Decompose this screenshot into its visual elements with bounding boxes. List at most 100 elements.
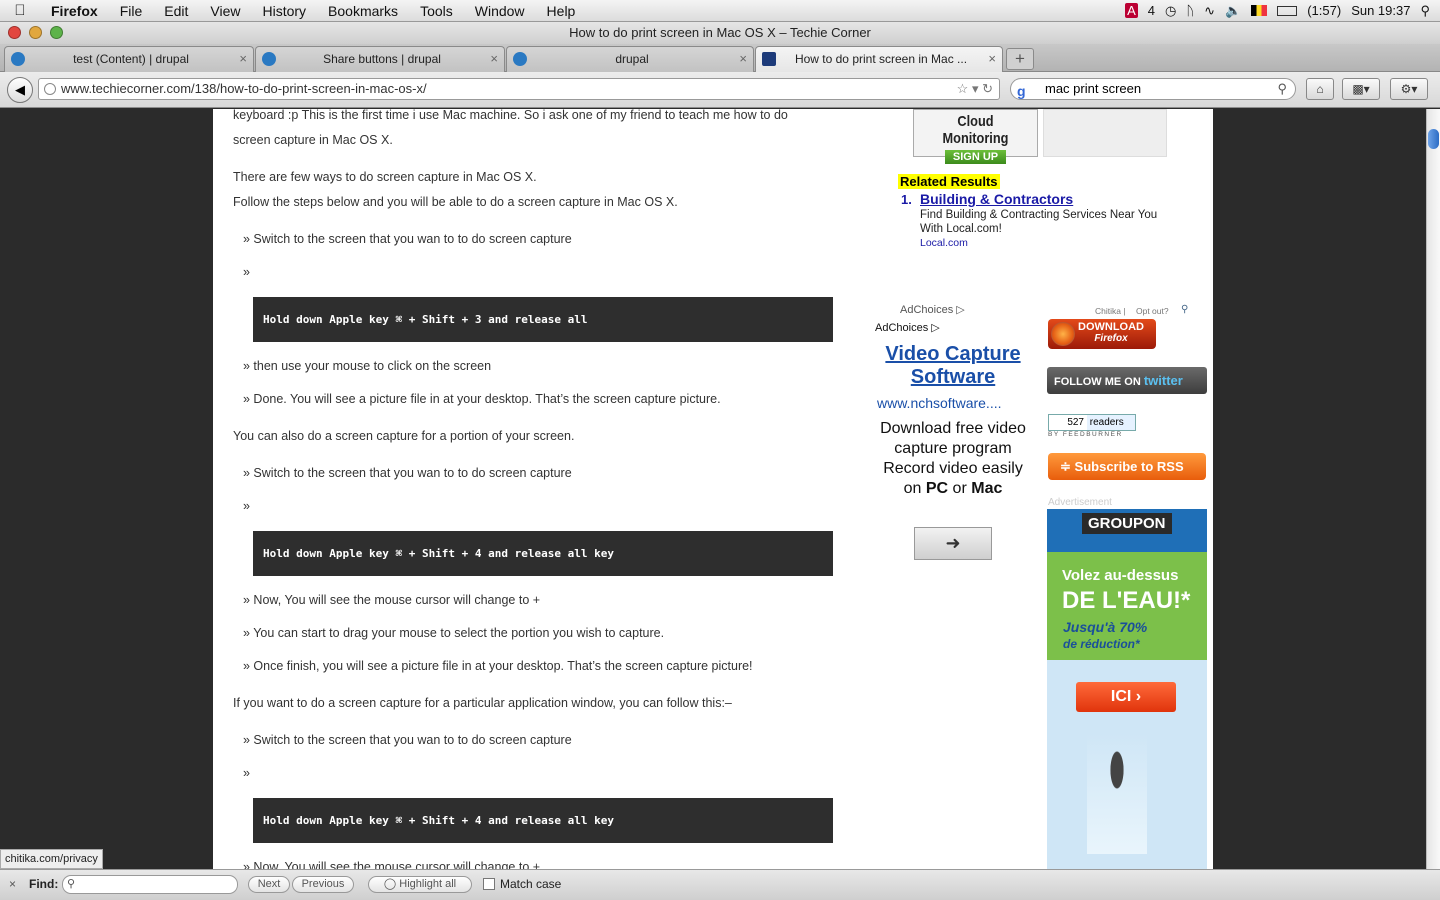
groupon-logo: GROUPON [1082,513,1172,534]
find-label: Find: [29,877,59,891]
match-case-label: Match case [500,877,562,891]
firefox-label: Firefox [1094,333,1128,344]
minimize-window-button[interactable] [29,26,42,39]
search-bar[interactable]: g mac print screen ⚲ [1010,78,1296,100]
url-bar[interactable]: www.techiecorner.com/138/how-to-do-print… [38,78,1000,100]
find-previous-button[interactable]: Previous [292,876,354,893]
menu-app[interactable]: Firefox [40,3,109,19]
spotlight-icon[interactable]: ⚲ [1420,3,1430,19]
follow-label: FOLLOW ME ON [1054,376,1141,388]
twitter-logo: twitter [1143,373,1183,388]
badge-count: 4 [1147,3,1155,18]
related-site[interactable]: Local.com [920,237,968,249]
adchoices-label: AdChoices ▷ [875,321,940,334]
cloud-monitoring-ad[interactable]: Cloud Monitoring SIGN UP [913,109,1038,164]
highlight-all-button[interactable]: ◯ Highlight all [368,876,472,893]
menu-file[interactable]: File [109,3,154,19]
step-text: » Done. You will see a picture file in a… [243,392,721,406]
volume-icon[interactable]: 🔈 [1225,3,1241,19]
ad-arrow-button[interactable]: ➜ [914,527,992,560]
menu-history[interactable]: History [251,3,317,19]
bookmark-star-icon[interactable]: ☆ [957,81,969,96]
tools-button[interactable]: ⚙▾ [1390,78,1428,100]
feedburner-counter[interactable]: 527 readers [1048,414,1136,431]
drupal-icon [262,52,276,66]
step-text: » Switch to the screen that you wan to t… [243,733,572,747]
article-text: Follow the steps below and you will be a… [233,195,678,209]
download-firefox-badge[interactable]: DOWNLOAD Firefox [1048,319,1156,349]
sign-up-button[interactable]: SIGN UP [944,150,1007,164]
wifi-icon[interactable]: ∿ [1204,3,1215,19]
adchoices-icon: ▷ [956,304,965,316]
article-content: keyboard :p This is the first time i use… [213,109,863,869]
tab-label: test (Content) | drupal [73,52,189,66]
related-description: Find Building & Contracting Services Nea… [920,209,1158,235]
menu-help[interactable]: Help [536,3,587,19]
search-icon[interactable]: ⚲ [1181,304,1188,315]
ici-label: ICI [1110,688,1132,705]
history-dropdown-icon[interactable]: ▾ [972,81,979,96]
ad-title[interactable]: Video Capture Software [873,343,1033,389]
search-icon[interactable]: ⚲ [1277,79,1287,99]
close-tab-icon[interactable]: × [490,47,498,71]
step-text: » Switch to the screen that you wan to t… [243,466,572,480]
menu-edit[interactable]: Edit [153,3,199,19]
tab-drupal[interactable]: drupal × [506,46,754,72]
apple-icon[interactable]:  [0,2,40,19]
home-button[interactable]: ⌂ [1306,78,1334,100]
video-capture-ad[interactable]: AdChoices ▷ Video Capture Software www.n… [873,319,1033,869]
code-block: Hold down Apple key ⌘ + Shift + 4 and re… [253,798,833,843]
ad-placeholder [1043,109,1167,157]
battery-icon[interactable] [1277,5,1298,16]
bluetooth-icon[interactable]: ᚢ [1186,3,1194,18]
groupon-ad[interactable]: GROUPON Volez au-dessus DE L'EAU!* Jusqu… [1047,509,1207,869]
tab-techie-corner[interactable]: How to do print screen in Mac ... × [755,46,1003,72]
close-tab-icon[interactable]: × [988,47,996,71]
close-find-icon[interactable]: × [9,877,16,891]
step-text: » You can start to drag your mouse to se… [243,626,665,640]
follow-twitter-badge[interactable]: FOLLOW ME ON twitter [1047,367,1207,394]
vertical-scrollbar[interactable] [1426,109,1440,869]
ad-url[interactable]: www.nchsoftware.... [877,395,1002,411]
find-next-button[interactable]: Next [248,876,290,893]
window-titlebar: How to do print screen in Mac OS X – Tec… [0,22,1440,44]
opt-out-link[interactable]: Opt out? [1136,306,1169,316]
adchoices-text: AdChoices [900,304,954,316]
tab-test-content[interactable]: test (Content) | drupal × [4,46,254,72]
clock[interactable]: Sun 19:37 [1351,3,1410,18]
match-case-checkbox[interactable] [483,878,495,890]
close-window-button[interactable] [8,26,21,39]
adchoices-label[interactable]: AdChoices ▷ [900,303,965,316]
new-tab-button[interactable]: + [1006,48,1034,70]
zoom-window-button[interactable] [50,26,63,39]
article-text: If you want to do a screen capture for a… [233,696,732,710]
menu-tools[interactable]: Tools [409,3,464,19]
url-tools: ☆ ▾ ↻ [957,79,993,99]
menu-view[interactable]: View [199,3,251,19]
google-icon[interactable]: g [1017,81,1026,101]
chitika-label[interactable]: Chitika | [1095,306,1126,316]
tab-share-buttons[interactable]: Share buttons | drupal × [255,46,505,72]
firefox-icon [1051,322,1075,346]
menu-window[interactable]: Window [464,3,536,19]
adium-icon[interactable]: A [1125,3,1138,18]
reload-icon[interactable]: ↻ [982,81,993,96]
menu-bookmarks[interactable]: Bookmarks [317,3,409,19]
find-bar: × Find: ⚲ Next Previous ◯ Highlight all … [0,869,1440,900]
related-number: 1. [901,192,912,207]
close-tab-icon[interactable]: × [739,47,747,71]
related-link[interactable]: Building & Contractors [920,191,1073,207]
time-machine-icon[interactable]: ◷ [1165,3,1176,19]
scrollbar-thumb[interactable] [1428,129,1439,149]
tab-bar: test (Content) | drupal × Share buttons … [0,44,1440,72]
step-text: » then use your mouse to click on the sc… [243,359,492,373]
subscribe-rss-button[interactable]: ≑ Subscribe to RSS [1048,453,1206,480]
status-bar: chitika.com/privacy [0,849,103,869]
flag-icon[interactable] [1251,5,1268,16]
find-input[interactable]: ⚲ [62,875,238,894]
close-tab-icon[interactable]: × [239,47,247,71]
back-button[interactable]: ◀ [7,77,33,103]
groupon-ici-button[interactable]: ICI › [1076,682,1176,712]
bookmarks-button[interactable]: ▩▾ [1342,78,1380,100]
ad-body: Download free video capture program Reco… [873,419,1033,499]
